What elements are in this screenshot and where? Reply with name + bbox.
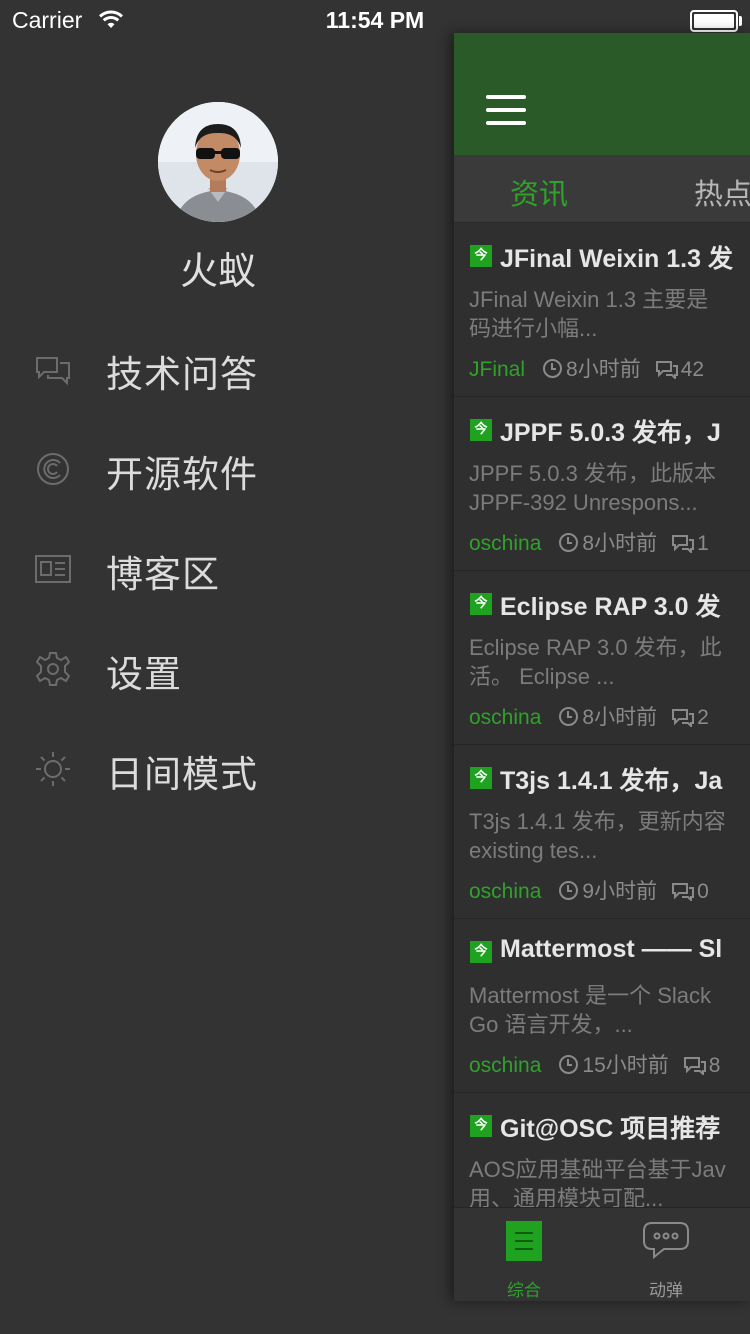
news-item[interactable]: 今 Eclipse RAP 3.0 发 Eclipse RAP 3.0 发布，此…	[454, 571, 750, 745]
menu-item-day-mode[interactable]: 日间模式	[0, 730, 454, 810]
menu-item-label: 博客区	[106, 553, 220, 596]
tabbar-item-general[interactable]: 综合	[454, 1208, 594, 1301]
news-author[interactable]: oschina	[469, 532, 541, 556]
username: 火蚁	[179, 249, 256, 293]
news-flag-icon: 今	[470, 245, 492, 267]
summary-line: JPPF 5.0.3 发布，此版本	[469, 461, 716, 486]
gear-icon	[34, 650, 72, 688]
list-doc-icon	[505, 1220, 543, 1266]
news-item[interactable]: 今 JPPF 5.0.3 发布，J JPPF 5.0.3 发布，此版本 JPPF…	[454, 397, 750, 571]
tab-news[interactable]: 资讯	[510, 171, 568, 213]
category-tabs: 资讯 热点	[454, 155, 750, 223]
news-time: 8小时前	[582, 706, 658, 729]
news-meta: oschina 8小时前 1	[469, 527, 709, 559]
news-summary: T3js 1.4.1 发布，更新内容 existing tes...	[469, 807, 750, 865]
menu-item-qa[interactable]: 技术问答	[0, 330, 454, 410]
news-flag-icon: 今	[470, 767, 492, 789]
news-summary: Eclipse RAP 3.0 发布，此 活。 Eclipse ...	[469, 633, 750, 691]
news-flag-icon: 今	[470, 1115, 492, 1137]
clock-icon	[559, 881, 579, 900]
news-summary: JPPF 5.0.3 发布，此版本 JPPF-392 Unrespons...	[469, 459, 750, 517]
clock-time: 11:54 PM	[325, 7, 425, 33]
news-time: 8小时前	[582, 532, 658, 555]
news-item[interactable]: 今 T3js 1.4.1 发布，Ja T3js 1.4.1 发布，更新内容 ex…	[454, 745, 750, 919]
clock-icon	[543, 359, 563, 378]
menu-hamburger-icon[interactable]	[486, 95, 526, 129]
news-title: Mattermost —— Sl	[500, 935, 723, 963]
news-flag-icon: 今	[470, 941, 492, 963]
main-panel: 资讯 热点 今 JFinal Weixin 1.3 发 JFinal Weixi…	[454, 33, 750, 1301]
comment-count: 42	[680, 358, 705, 381]
nav-bar	[454, 33, 750, 155]
news-title: Git@OSC 项目推荐	[500, 1115, 721, 1143]
tab-hot[interactable]: 热点	[694, 171, 750, 213]
summary-line: 活。 Eclipse ...	[469, 664, 615, 689]
news-flag-icon: 今	[470, 593, 492, 615]
news-author[interactable]: oschina	[469, 706, 541, 730]
speech-bubble-icon	[642, 1220, 690, 1264]
menu-item-settings[interactable]: 设置	[0, 630, 454, 710]
copyright-icon	[34, 450, 72, 488]
news-meta: JFinal 8小时前 42	[469, 353, 704, 385]
news-summary: AOS应用基础平台基于Jav 用、通用模块可配...	[469, 1155, 750, 1213]
menu-item-label: 技术问答	[106, 353, 258, 396]
menu-item-blog[interactable]: 博客区	[0, 530, 454, 610]
news-summary: Mattermost 是一个 Slack Go 语言开发，...	[469, 981, 750, 1039]
blog-card-icon	[34, 550, 72, 588]
news-title: T3js 1.4.1 发布，Ja	[500, 767, 723, 795]
menu-item-label: 日间模式	[106, 753, 258, 796]
comment-count: 1	[697, 532, 709, 555]
tabbar-label: 动弹	[649, 1281, 683, 1301]
summary-line: T3js 1.4.1 发布，更新内容	[469, 809, 726, 834]
summary-line: existing tes...	[469, 838, 598, 863]
qa-chat-icon	[34, 350, 72, 388]
news-title: JFinal Weixin 1.3 发	[500, 245, 733, 273]
news-title: JPPF 5.0.3 发布，J	[500, 419, 721, 447]
comment-icon	[671, 707, 695, 733]
comment-count: 8	[708, 1054, 721, 1077]
sun-icon	[34, 750, 72, 788]
menu-item-label: 开源软件	[106, 453, 258, 496]
news-author[interactable]: JFinal	[469, 358, 525, 382]
news-time: 15小时前	[582, 1054, 669, 1077]
summary-line: JPPF-392 Unrespons...	[469, 490, 698, 515]
avatar[interactable]	[158, 102, 278, 222]
news-flag-icon: 今	[470, 419, 492, 441]
news-meta: oschina 8小时前 2	[469, 701, 709, 733]
summary-line: Mattermost 是一个 Slack	[469, 983, 712, 1008]
summary-line: Eclipse RAP 3.0 发布，此	[469, 635, 722, 660]
tabbar-label: 综合	[507, 1281, 541, 1301]
clock-icon	[559, 533, 579, 552]
news-item[interactable]: 今 Mattermost —— Sl Mattermost 是一个 Slack …	[454, 919, 750, 1093]
comment-icon	[655, 359, 679, 385]
clock-icon	[559, 1055, 579, 1074]
news-author[interactable]: oschina	[469, 880, 541, 904]
comment-count: 0	[697, 880, 709, 903]
news-meta: oschina 9小时前 0	[469, 875, 709, 907]
tabbar-item-tweet[interactable]: 动弹	[596, 1208, 736, 1301]
comment-icon	[671, 881, 695, 907]
news-meta: oschina 15小时前 8	[469, 1049, 720, 1081]
battery-tip	[739, 16, 742, 26]
bottom-tab-bar: 综合 动弹	[454, 1207, 750, 1301]
clock-icon	[559, 707, 579, 726]
comment-count: 2	[697, 706, 709, 729]
summary-line: 码进行小幅...	[469, 316, 598, 341]
news-author[interactable]: oschina	[469, 1054, 541, 1078]
summary-line: JFinal Weixin 1.3 主要是	[469, 287, 709, 312]
comment-icon	[671, 533, 695, 559]
news-item[interactable]: 今 JFinal Weixin 1.3 发 JFinal Weixin 1.3 …	[454, 223, 750, 397]
side-drawer: 火蚁 技术问答 开源软件 博客区 设置 日间模式	[0, 40, 454, 1334]
summary-line: Go 语言开发，...	[469, 1012, 633, 1037]
news-time: 9小时前	[582, 880, 658, 903]
news-time: 8小时前	[566, 358, 641, 381]
news-summary: JFinal Weixin 1.3 主要是 码进行小幅...	[469, 285, 750, 343]
news-title: Eclipse RAP 3.0 发	[500, 593, 721, 621]
comment-icon	[683, 1055, 707, 1081]
battery-icon	[690, 10, 738, 32]
menu-item-open-source[interactable]: 开源软件	[0, 430, 454, 510]
menu-item-label: 设置	[106, 653, 182, 696]
summary-line: AOS应用基础平台基于Jav	[469, 1157, 726, 1182]
